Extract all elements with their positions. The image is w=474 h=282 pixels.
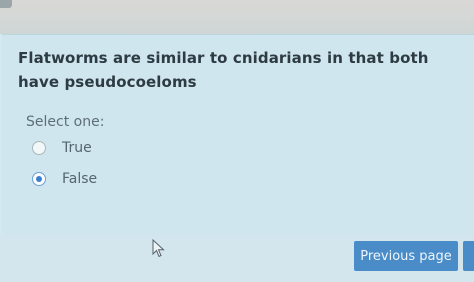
mouse-cursor-icon bbox=[152, 238, 166, 263]
top-bar bbox=[0, 0, 474, 34]
radio-true[interactable] bbox=[32, 141, 46, 155]
select-one-label: Select one: bbox=[26, 114, 105, 130]
radio-false[interactable] bbox=[32, 172, 46, 186]
option-false-label[interactable]: False bbox=[62, 171, 97, 187]
question-text: Flatworms are similar to cnidarians in t… bbox=[18, 49, 429, 91]
previous-page-button[interactable]: Previous page bbox=[354, 241, 458, 271]
top-corner-mark bbox=[0, 0, 12, 8]
option-false[interactable]: False bbox=[32, 171, 97, 187]
option-true[interactable]: True bbox=[32, 140, 92, 156]
next-page-button-partial[interactable] bbox=[463, 241, 474, 271]
option-true-label[interactable]: True bbox=[62, 140, 92, 156]
